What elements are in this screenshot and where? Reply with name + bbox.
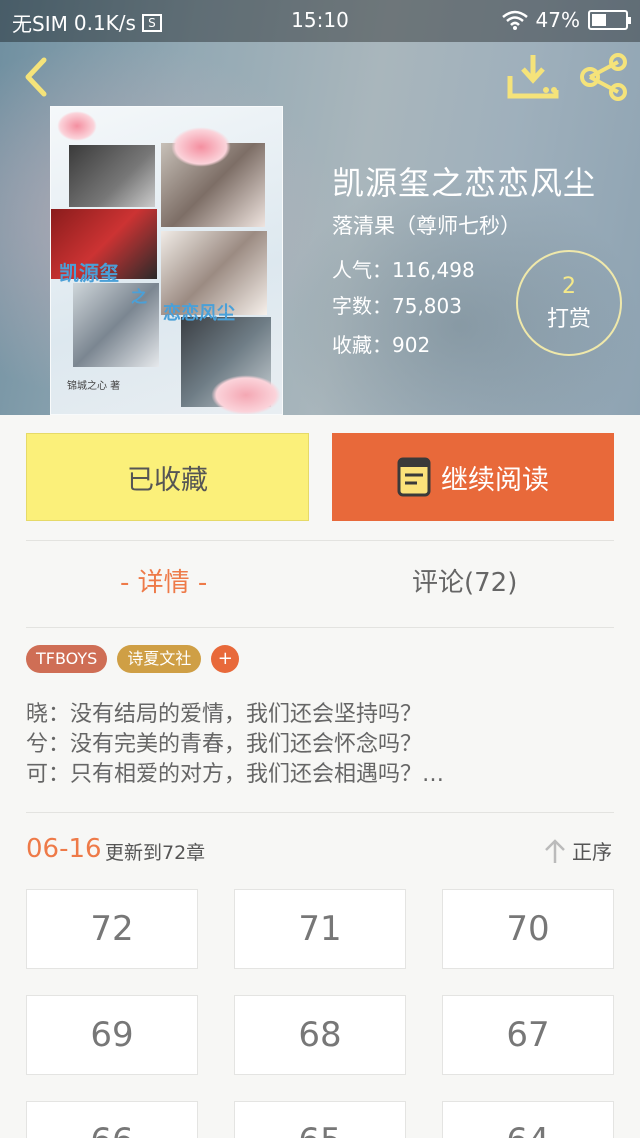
sort-order-button[interactable]: 正序 [544,836,612,865]
synopsis-line: 兮：没有完美的青春，我们还会怀念吗？ [26,732,423,757]
chapter-grid: 72 71 70 69 68 67 66 65 64 [26,889,614,1138]
divider [26,812,614,813]
tag-shixia[interactable]: 诗夏文社 [117,645,202,673]
synopsis[interactable]: 晓：没有结局的爱情，我们还会坚持吗？ 兮：没有完美的青春，我们还会怀念吗？ 可：… [26,700,444,790]
cover-author-text: 锦城之心 著 [67,381,121,392]
battery-icon [588,10,631,30]
chapter-button[interactable]: 71 [234,889,406,969]
chapter-button[interactable]: 68 [234,995,406,1075]
share-icon[interactable] [578,52,630,102]
update-date: 06-16 [26,834,102,864]
divider [26,540,614,541]
tab-detail[interactable]: - 详情 - [120,562,207,599]
battery-percent: 47% [535,8,580,32]
popularity-stat: 人气：116,498 [332,258,475,282]
download-icon[interactable] [506,52,560,100]
reward-button[interactable]: 2 打赏 [516,250,622,356]
book-author[interactable]: 落清果（尊师七秒） [332,210,521,240]
chapter-button[interactable]: 70 [442,889,614,969]
chapter-button[interactable]: 66 [26,1101,198,1138]
continue-reading-label: 继续阅读 [441,464,549,496]
add-tag-button[interactable]: + [211,645,240,673]
tag-list: TFBOYS 诗夏文社 + [26,645,240,673]
collected-button[interactable]: 已收藏 [26,433,309,521]
update-text: 更新到72章 [105,842,206,864]
chapter-button[interactable]: 67 [442,995,614,1075]
collected-label: 已收藏 [127,464,208,496]
favorites-stat: 收藏：902 [332,333,431,357]
reward-label: 打赏 [546,307,591,332]
book-icon [397,457,431,497]
chapter-button[interactable]: 69 [26,995,198,1075]
wifi-icon [501,10,528,30]
word-count-stat: 字数：75,803 [332,294,462,318]
back-arrow-icon[interactable] [16,54,56,100]
synopsis-line: 可：只有相爱的对方，我们还会相遇吗？… [26,762,445,787]
chapter-button[interactable]: 65 [234,1101,406,1138]
book-cover[interactable]: 凯源玺 之 恋恋风尘 锦城之心 著 [50,106,283,415]
book-title: 凯源玺之恋恋风尘 [332,164,597,202]
arrow-up-icon [545,838,565,863]
status-bar: 无SIM 0.1K/s S 15:10 47% [0,0,640,42]
chapter-button[interactable]: 64 [442,1101,614,1138]
divider [26,627,614,628]
sort-label: 正序 [572,840,612,864]
continue-reading-button[interactable]: 继续阅读 [332,433,614,521]
reward-count: 2 [562,274,576,299]
tag-tfboys[interactable]: TFBOYS [26,645,108,673]
tab-comments[interactable]: 评论(72) [412,562,517,599]
synopsis-line: 晓：没有结局的爱情，我们还会坚持吗？ [26,702,423,727]
chapter-button[interactable]: 72 [26,889,198,969]
